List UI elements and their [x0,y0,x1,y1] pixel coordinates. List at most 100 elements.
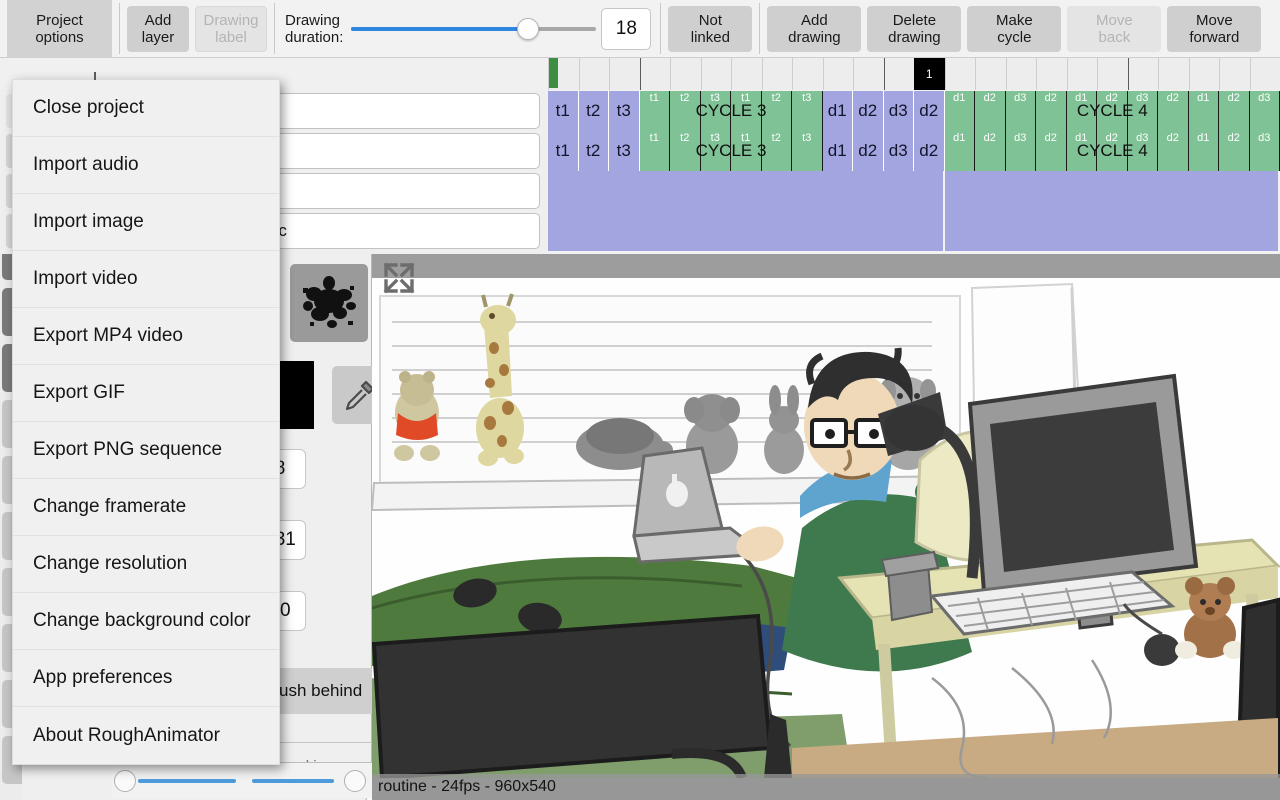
frame-cell[interactable]: t1 [731,91,762,131]
frame-cell[interactable]: d2 [914,131,945,171]
frame-cell[interactable]: d2 [853,131,884,171]
add-drawing-button[interactable]: Add drawing [767,5,862,52]
expand-arrows-icon[interactable] [380,259,418,297]
animation-frame-drawing[interactable] [372,278,1280,778]
frame-cell-label: d2 [1227,92,1240,104]
frame-cell[interactable]: d3 [1005,131,1036,171]
frame-cell[interactable]: d1 [1066,91,1097,131]
bottom-slider-bar[interactable] [112,762,372,798]
slider-knob-right[interactable] [344,770,366,792]
menu-item-import-image[interactable]: Import image [13,194,279,251]
frame-cell[interactable]: t1 [639,131,670,171]
frame-cell[interactable]: d1 [944,91,975,131]
add-layer-button[interactable]: Add layer [127,5,189,52]
ruler-tick [944,58,946,90]
menu-item-export-mp4-video[interactable]: Export MP4 video [13,308,279,365]
frame-cell[interactable]: d2 [1219,131,1250,171]
frame-cell[interactable]: d1 [822,131,853,171]
timeline-ruler[interactable]: 12 [548,58,1280,90]
drawing-canvas-area[interactable]: routine - 24fps - 960x540 [372,254,1280,800]
slider-knob[interactable] [516,17,539,40]
ruler-tick [1036,58,1037,90]
menu-item-import-audio[interactable]: Import audio [13,137,279,194]
frame-cell[interactable]: t3 [792,91,823,131]
frame-cell[interactable]: d3 [1127,91,1158,131]
frame-cell[interactable]: d3 [1005,91,1036,131]
frame-cell[interactable]: t1 [731,131,762,171]
frame-cell[interactable]: d2 [1158,131,1189,171]
make-cycle-button[interactable]: Make cycle [967,5,1062,52]
drawing-label-button[interactable]: Drawing label [195,5,267,52]
menu-item-app-preferences[interactable]: App preferences [13,650,279,707]
menu-item-change-background-color[interactable]: Change background color [13,593,279,650]
frame-cell[interactable]: d1 [1188,91,1219,131]
frame-row[interactable]: t1 t2 t3 t1 t2 t3 t1 t2 t3 d1 d2 d3 d2 d1 d2 d3 d2 d1 d2 d3… [548,131,1280,171]
frame-cell-label: t2 [771,132,781,144]
ruler-tick [670,58,671,90]
frame-cell[interactable]: d1 [944,131,975,171]
delete-drawing-button[interactable]: Delete drawing [867,5,962,52]
move-back-button[interactable]: Move back [1067,5,1162,52]
frame-span[interactable] [944,171,1278,211]
frame-cell[interactable]: t3 [700,131,731,171]
menu-item-change-framerate[interactable]: Change framerate [13,479,279,536]
not-linked-button[interactable]: Not linked [668,5,753,52]
frame-cell[interactable]: d2 [1036,91,1067,131]
frame-cell[interactable]: t2 [761,91,792,131]
frame-cell[interactable]: d2 [853,91,884,131]
frame-row[interactable] [548,171,1280,211]
frame-cell-label: d2 [1044,132,1057,144]
frame-span[interactable] [944,211,1278,251]
frame-cell[interactable]: d2 [1036,131,1067,171]
frame-cell-label: d2 [1166,92,1179,104]
frame-cell[interactable]: d1 [1188,131,1219,171]
frame-cell[interactable]: t1 [639,91,670,131]
current-color-swatch[interactable] [280,361,314,429]
menu-item-change-resolution[interactable]: Change resolution [13,536,279,593]
drawing-duration-slider[interactable] [351,17,597,41]
frame-cell[interactable]: t2 [578,91,609,131]
frame-cell[interactable]: d1 [1066,131,1097,171]
frame-cell[interactable]: d2 [975,131,1006,171]
menu-item-export-png-sequence[interactable]: Export PNG sequence [13,422,279,479]
frame-cell[interactable]: d2 [914,91,945,131]
brush-splatter-icon[interactable] [290,264,368,342]
frame-cell[interactable]: t2 [670,131,701,171]
menu-item-import-video[interactable]: Import video [13,251,279,308]
frame-cell[interactable]: d3 [1127,131,1158,171]
frame-span[interactable] [548,211,943,251]
frame-cell[interactable]: d2 [1158,91,1189,131]
frame-row[interactable] [548,211,1280,251]
frame-cell[interactable]: t3 [609,131,640,171]
frame-cell[interactable]: d3 [1249,131,1280,171]
frame-cell[interactable]: d2 [975,91,1006,131]
frame-row[interactable]: t1 t2 t3 t1 t2 t3 t1 t2 t3 d1 d2 d3 d2 d1 d2 d3 d2 d1 d2 d3… [548,91,1280,131]
playhead[interactable] [549,58,558,88]
frame-cell[interactable]: t2 [761,131,792,171]
frame-cell[interactable]: t3 [792,131,823,171]
frame-span[interactable] [548,171,943,211]
frame-cell[interactable]: t1 [548,131,579,171]
frame-cell[interactable]: d2 [1097,131,1128,171]
frame-cell[interactable]: t1 [548,91,579,131]
move-forward-button[interactable]: Move forward [1167,5,1262,52]
frame-cell[interactable]: d3 [883,131,914,171]
frame-cell[interactable]: d2 [1097,91,1128,131]
frame-cell[interactable]: d1 [822,91,853,131]
menu-item-export-gif[interactable]: Export GIF [13,365,279,422]
frame-cell[interactable]: t2 [578,131,609,171]
timeline-frames[interactable]: 12 t1t2t3t1t2t3t1t2t3d1d2d3d2d1d2d3d2d1d… [548,58,1280,254]
drawing-duration-value[interactable]: 18 [601,7,652,50]
frame-cell[interactable]: t3 [609,91,640,131]
menu-caret [94,72,96,80]
frame-cell[interactable]: d3 [1249,91,1280,131]
frame-cell-label: d1 [1197,132,1210,144]
frame-cell[interactable]: d3 [883,91,914,131]
menu-item-close-project[interactable]: Close project [13,80,279,137]
menu-item-about-roughanimator[interactable]: About RoughAnimator [13,707,279,764]
frame-cell[interactable]: t2 [670,91,701,131]
slider-knob-left[interactable] [114,770,136,792]
frame-cell[interactable]: d2 [1219,91,1250,131]
project-options-menu[interactable]: Close project Import audio Import image Imp… [12,79,280,765]
frame-cell[interactable]: t3 [700,91,731,131]
